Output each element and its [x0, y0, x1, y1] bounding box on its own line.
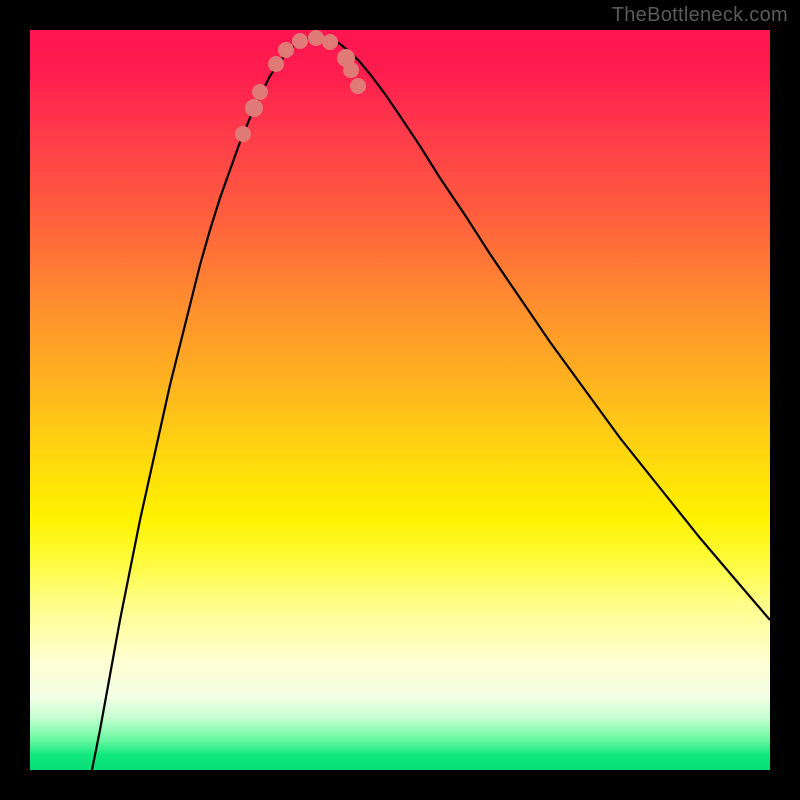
data-marker: [245, 99, 263, 117]
data-marker: [350, 78, 366, 94]
data-marker: [235, 126, 251, 142]
chart-overlay: [30, 30, 770, 770]
data-marker: [268, 56, 284, 72]
data-marker: [292, 33, 308, 49]
data-marker: [252, 84, 268, 100]
right-curve-line: [330, 38, 770, 620]
data-marker: [322, 34, 338, 50]
data-marker: [308, 30, 324, 46]
data-marker: [343, 62, 359, 78]
data-markers: [235, 30, 366, 142]
left-curve-line: [92, 38, 310, 770]
data-marker: [278, 42, 294, 58]
plot-area: [30, 30, 770, 770]
watermark-text: TheBottleneck.com: [612, 4, 788, 27]
